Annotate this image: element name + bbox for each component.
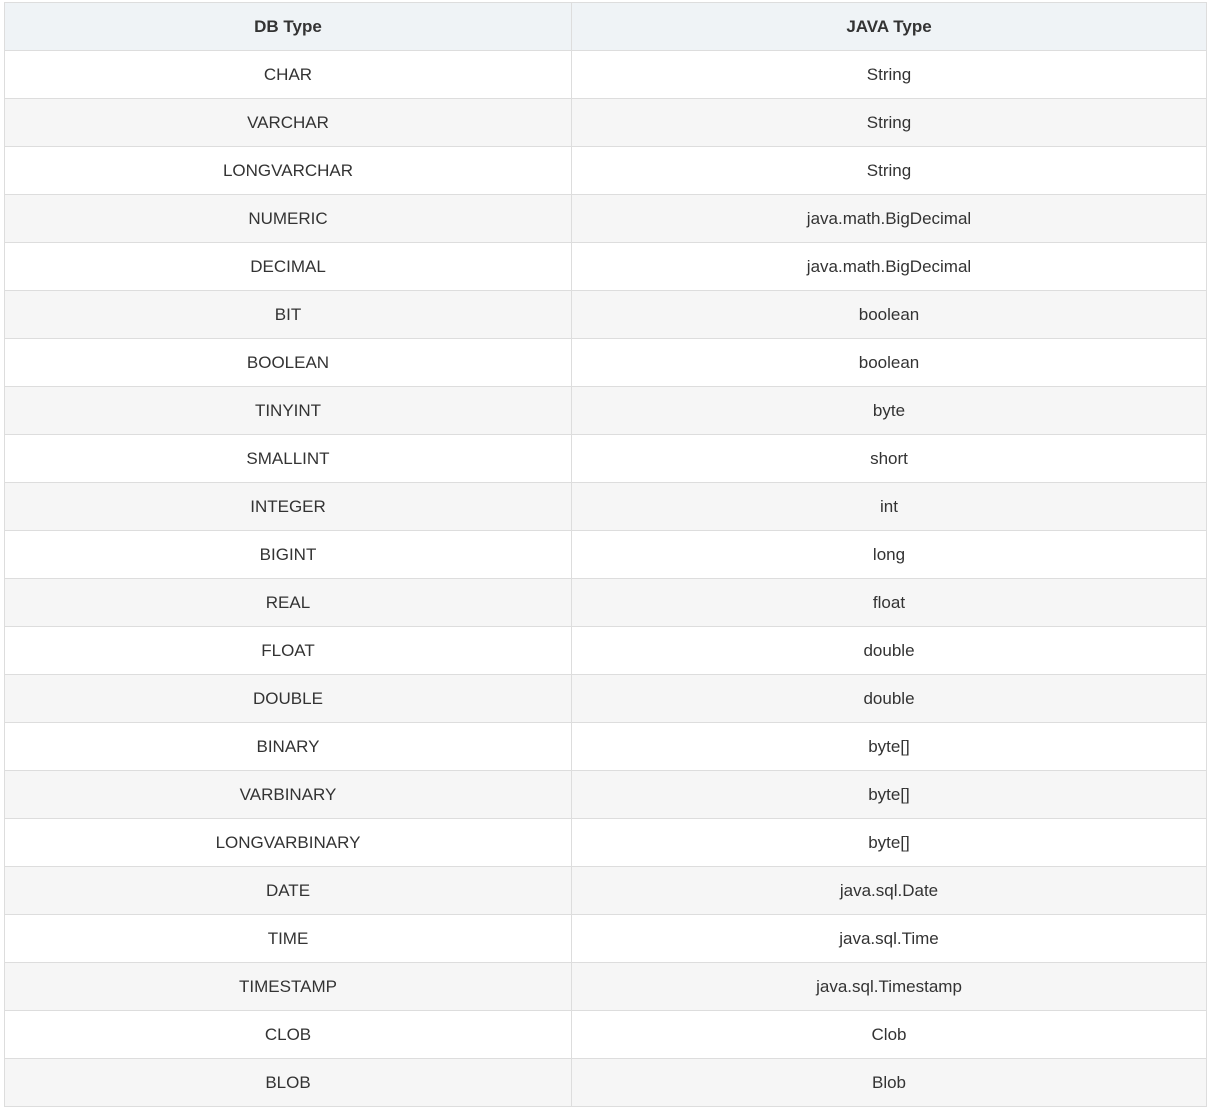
java-type-cell: java.sql.Time bbox=[571, 914, 1207, 963]
db-type-cell: TIME bbox=[4, 914, 572, 963]
table-row: TIMESTAMP java.sql.Timestamp bbox=[4, 962, 1207, 1011]
table-row: LONGVARBINARY byte[] bbox=[4, 818, 1207, 867]
java-type-cell: int bbox=[571, 482, 1207, 531]
db-type-cell: VARCHAR bbox=[4, 98, 572, 147]
java-type-cell: String bbox=[571, 146, 1207, 195]
table-row: TIME java.sql.Time bbox=[4, 914, 1207, 963]
header-java-type: JAVA Type bbox=[571, 2, 1207, 51]
java-type-cell: boolean bbox=[571, 338, 1207, 387]
db-type-cell: BIT bbox=[4, 290, 572, 339]
db-type-cell: DOUBLE bbox=[4, 674, 572, 723]
db-type-cell: TINYINT bbox=[4, 386, 572, 435]
table-row: BIGINT long bbox=[4, 530, 1207, 579]
table-row: BINARY byte[] bbox=[4, 722, 1207, 771]
java-type-cell: String bbox=[571, 50, 1207, 99]
java-type-cell: byte bbox=[571, 386, 1207, 435]
db-type-cell: REAL bbox=[4, 578, 572, 627]
db-type-cell: DECIMAL bbox=[4, 242, 572, 291]
db-type-cell: FLOAT bbox=[4, 626, 572, 675]
db-type-cell: BLOB bbox=[4, 1058, 572, 1107]
table-row: BOOLEAN boolean bbox=[4, 338, 1207, 387]
db-type-cell: BOOLEAN bbox=[4, 338, 572, 387]
table-row: NUMERIC java.math.BigDecimal bbox=[4, 194, 1207, 243]
db-type-cell: SMALLINT bbox=[4, 434, 572, 483]
db-type-cell: TIMESTAMP bbox=[4, 962, 572, 1011]
header-db-type: DB Type bbox=[4, 2, 572, 51]
db-type-cell: BINARY bbox=[4, 722, 572, 771]
java-type-cell: byte[] bbox=[571, 770, 1207, 819]
table-row: BIT boolean bbox=[4, 290, 1207, 339]
java-type-cell: byte[] bbox=[571, 818, 1207, 867]
java-type-cell: java.math.BigDecimal bbox=[571, 194, 1207, 243]
table-row: DOUBLE double bbox=[4, 674, 1207, 723]
java-type-cell: Blob bbox=[571, 1058, 1207, 1107]
db-type-cell: LONGVARCHAR bbox=[4, 146, 572, 195]
java-type-cell: double bbox=[571, 626, 1207, 675]
java-type-cell: boolean bbox=[571, 290, 1207, 339]
db-type-cell: VARBINARY bbox=[4, 770, 572, 819]
db-type-cell: CLOB bbox=[4, 1010, 572, 1059]
type-mapping-table: DB Type JAVA Type CHAR String VARCHAR Strin… bbox=[4, 2, 1207, 1107]
db-type-cell: NUMERIC bbox=[4, 194, 572, 243]
java-type-cell: java.math.BigDecimal bbox=[571, 242, 1207, 291]
java-type-cell: short bbox=[571, 434, 1207, 483]
java-type-cell: java.sql.Timestamp bbox=[571, 962, 1207, 1011]
db-type-cell: BIGINT bbox=[4, 530, 572, 579]
db-type-cell: LONGVARBINARY bbox=[4, 818, 572, 867]
table-row: SMALLINT short bbox=[4, 434, 1207, 483]
table-header-row: DB Type JAVA Type bbox=[4, 2, 1207, 51]
java-type-cell: Clob bbox=[571, 1010, 1207, 1059]
java-type-cell: double bbox=[571, 674, 1207, 723]
java-type-cell: java.sql.Date bbox=[571, 866, 1207, 915]
java-type-cell: long bbox=[571, 530, 1207, 579]
table-row: DECIMAL java.math.BigDecimal bbox=[4, 242, 1207, 291]
table-row: VARCHAR String bbox=[4, 98, 1207, 147]
db-type-cell: INTEGER bbox=[4, 482, 572, 531]
db-type-cell: DATE bbox=[4, 866, 572, 915]
java-type-cell: String bbox=[571, 98, 1207, 147]
table-row: CHAR String bbox=[4, 50, 1207, 99]
table-body: CHAR String VARCHAR String LONGVARCHAR String… bbox=[4, 50, 1207, 1107]
java-type-cell: byte[] bbox=[571, 722, 1207, 771]
table-row: BLOB Blob bbox=[4, 1058, 1207, 1107]
java-type-cell: float bbox=[571, 578, 1207, 627]
db-type-cell: CHAR bbox=[4, 50, 572, 99]
table-row: VARBINARY byte[] bbox=[4, 770, 1207, 819]
table-row: DATE java.sql.Date bbox=[4, 866, 1207, 915]
table-row: TINYINT byte bbox=[4, 386, 1207, 435]
table-row: REAL float bbox=[4, 578, 1207, 627]
table-row: CLOB Clob bbox=[4, 1010, 1207, 1059]
table-row: FLOAT double bbox=[4, 626, 1207, 675]
table-row: LONGVARCHAR String bbox=[4, 146, 1207, 195]
table-row: INTEGER int bbox=[4, 482, 1207, 531]
